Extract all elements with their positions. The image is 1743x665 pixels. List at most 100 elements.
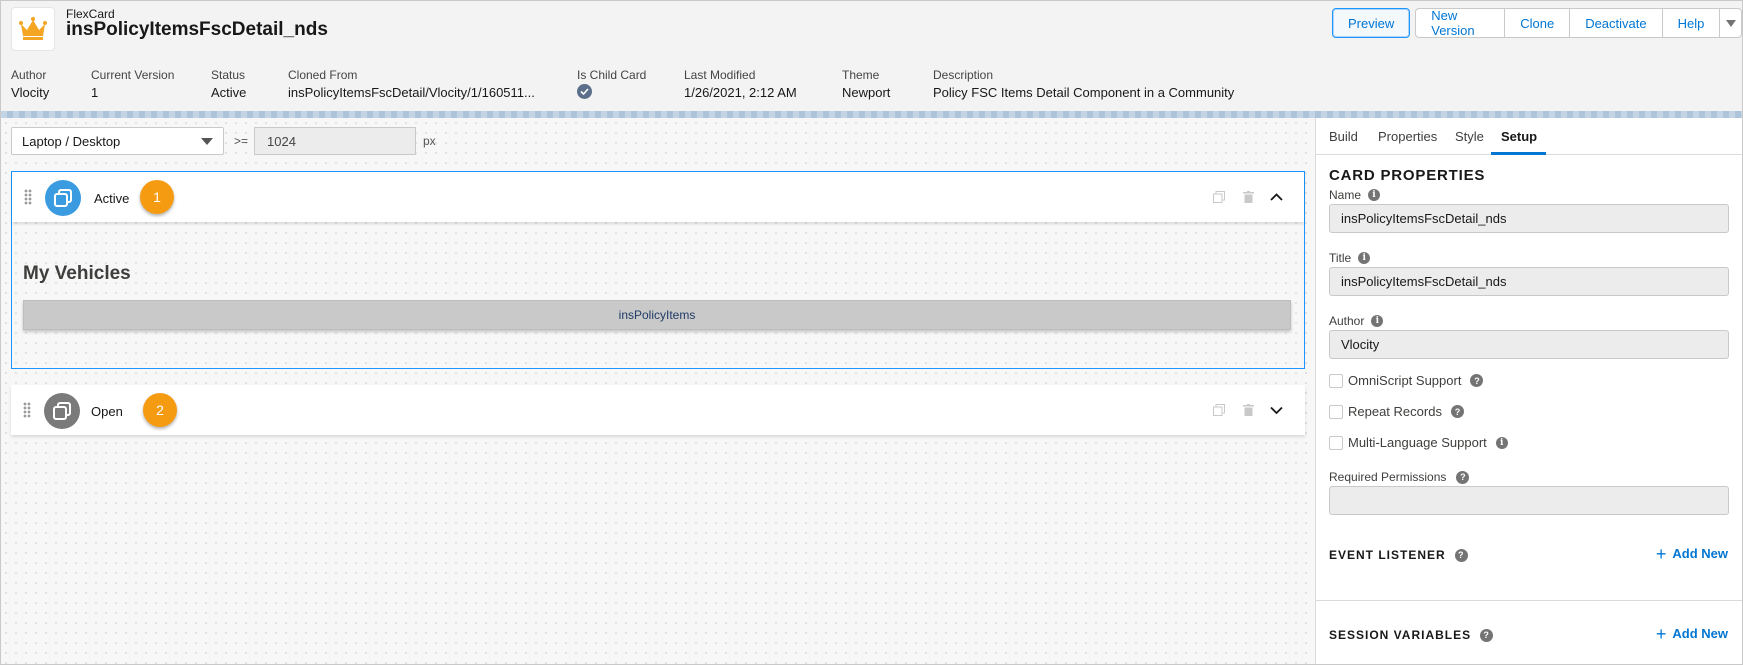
state-active[interactable]: Active 1 My Vehicles insPolicyItems: [11, 171, 1305, 369]
help-icon[interactable]: ?: [1450, 405, 1464, 418]
state-open-icon: [44, 393, 80, 429]
omniscript-support-option[interactable]: OmniScript Support ?: [1329, 373, 1484, 388]
add-session-variable-button[interactable]: + Add New: [1655, 623, 1728, 644]
card-heading: My Vehicles: [23, 263, 131, 284]
multi-language-option[interactable]: Multi-Language Support i: [1329, 435, 1508, 450]
multi-language-label: Multi-Language Support: [1348, 435, 1487, 450]
tab-properties[interactable]: Properties: [1378, 129, 1437, 144]
page-header: FlexCard insPolicyItemsFscDetail_nds Pre…: [1, 1, 1742, 58]
meta-cloned-from: Cloned From insPolicyItemsFscDetail/Vloc…: [288, 68, 535, 100]
name-label-text: Name: [1329, 188, 1362, 202]
meta-status-label: Status: [211, 68, 246, 82]
card-metadata: Author Vlocity Current Version 1 Status …: [1, 58, 1742, 111]
tab-build[interactable]: Build: [1329, 129, 1358, 144]
state-label-active: Active: [94, 191, 130, 206]
plus-icon: +: [1655, 543, 1667, 564]
repeat-records-option[interactable]: Repeat Records ?: [1329, 404, 1464, 419]
meta-version: Current Version 1: [91, 68, 174, 100]
header-actions: Preview New Version Clone Deactivate Hel…: [1332, 8, 1742, 38]
add-new-label: Add New: [1672, 546, 1728, 561]
add-new-label: Add New: [1672, 626, 1728, 641]
trash-icon[interactable]: [1241, 190, 1255, 204]
help-icon[interactable]: ?: [1454, 548, 1468, 562]
meta-desc-label: Description: [933, 68, 994, 82]
omniscript-support-checkbox[interactable]: [1329, 373, 1343, 388]
help-icon[interactable]: ?: [1470, 374, 1484, 387]
flexcard-designer: FlexCard insPolicyItemsFscDetail_nds Pre…: [0, 0, 1743, 665]
repeat-records-checkbox[interactable]: [1329, 404, 1343, 419]
permissions-label-text: Required Permissions: [1329, 470, 1447, 484]
chevron-down-icon[interactable]: [1269, 403, 1283, 417]
meta-child-label: Is Child Card: [577, 68, 647, 82]
session-variables-title-text: SESSION VARIABLES: [1329, 628, 1472, 642]
event-listener-title: EVENT LISTENER ?: [1329, 548, 1468, 562]
add-event-listener-button[interactable]: + Add New: [1655, 543, 1728, 564]
repeat-records-label: Repeat Records: [1348, 404, 1442, 419]
breakpoint-unit: px: [423, 134, 436, 148]
plus-icon: +: [1655, 623, 1667, 644]
help-icon[interactable]: ?: [1456, 470, 1470, 484]
info-icon[interactable]: i: [1358, 252, 1371, 264]
meta-version-value: 1: [91, 85, 99, 100]
title-field[interactable]: insPolicyItemsFscDetail_nds: [1329, 267, 1729, 296]
state-label-open: Open: [91, 404, 123, 419]
chevron-down-icon: [201, 138, 213, 145]
child-card-block[interactable]: insPolicyItems: [23, 300, 1291, 330]
active-tab-indicator: [1491, 152, 1546, 155]
preview-button[interactable]: Preview: [1332, 8, 1411, 38]
meta-description: Description Policy FSC Items Detail Comp…: [933, 68, 1234, 100]
name-field[interactable]: insPolicyItemsFscDetail_nds: [1329, 204, 1729, 233]
omniscript-support-label: OmniScript Support: [1348, 373, 1462, 388]
copy-icon[interactable]: [1212, 190, 1226, 204]
tab-setup[interactable]: Setup: [1501, 129, 1537, 144]
state-open[interactable]: Open 2: [11, 385, 1305, 435]
chevron-down-icon: [1725, 19, 1736, 27]
drag-handle-icon[interactable]: [24, 189, 32, 205]
author-label-text: Author: [1329, 314, 1365, 328]
drag-handle-icon[interactable]: [23, 402, 31, 418]
help-icon[interactable]: ?: [1480, 628, 1494, 642]
info-icon[interactable]: i: [1368, 189, 1381, 201]
meta-theme-label: Theme: [842, 68, 880, 82]
chevron-up-icon[interactable]: [1269, 190, 1283, 204]
properties-panel: Build Properties Style Setup CARD PROPER…: [1315, 118, 1742, 664]
tab-style[interactable]: Style: [1455, 129, 1484, 144]
panel-tabs: Build Properties Style Setup: [1316, 118, 1742, 155]
clone-button[interactable]: Clone: [1504, 8, 1571, 38]
meta-status-value: Active: [211, 85, 247, 100]
trash-icon[interactable]: [1241, 403, 1255, 417]
permissions-label: Required Permissions ?: [1329, 470, 1470, 484]
help-button[interactable]: Help: [1661, 8, 1721, 38]
meta-author-value: Vlocity: [11, 85, 50, 100]
permissions-field[interactable]: [1329, 486, 1729, 515]
meta-last-modified: Last Modified 1/26/2021, 2:12 AM: [684, 68, 797, 100]
multi-language-checkbox[interactable]: [1329, 435, 1343, 450]
new-version-button[interactable]: New Version: [1415, 8, 1506, 38]
crown-icon: [11, 7, 55, 51]
author-label: Author i: [1329, 314, 1384, 328]
breakpoint-width-input[interactable]: 1024: [254, 127, 416, 155]
state-header-active[interactable]: Active 1: [12, 172, 1304, 222]
info-icon[interactable]: i: [1495, 436, 1508, 449]
meta-author-label: Author: [11, 68, 47, 82]
meta-desc-value: Policy FSC Items Detail Component in a C…: [933, 85, 1235, 100]
event-listener-title-text: EVENT LISTENER: [1329, 548, 1446, 562]
checkmark-icon: [577, 84, 592, 99]
deactivate-button[interactable]: Deactivate: [1569, 8, 1663, 38]
session-variables-title: SESSION VARIABLES ?: [1329, 628, 1494, 642]
state-header-open[interactable]: Open 2: [11, 385, 1305, 435]
author-field[interactable]: Vlocity: [1329, 330, 1729, 359]
meta-cloned-label: Cloned From: [288, 68, 358, 82]
meta-author: Author Vlocity: [11, 68, 49, 100]
step-badge-1: 1: [140, 180, 174, 214]
info-icon[interactable]: i: [1371, 315, 1384, 327]
card-properties-title: CARD PROPERTIES: [1329, 167, 1486, 184]
meta-is-child: Is Child Card: [577, 68, 646, 99]
meta-version-label: Current Version: [91, 68, 175, 82]
design-canvas: Laptop / Desktop >= 1024 px Active 1 My …: [1, 118, 1315, 664]
device-select[interactable]: Laptop / Desktop: [11, 127, 224, 155]
copy-icon[interactable]: [1212, 403, 1226, 417]
meta-cloned-value: insPolicyItemsFscDetail/Vlocity/1/160511…: [288, 85, 535, 100]
more-actions-button[interactable]: [1719, 8, 1742, 38]
meta-modified-label: Last Modified: [684, 68, 756, 82]
